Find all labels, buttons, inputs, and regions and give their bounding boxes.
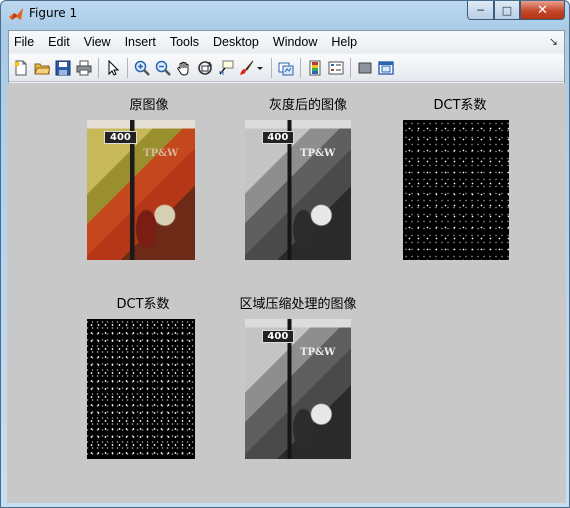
toolbar-separator — [127, 58, 128, 78]
hide-plot-tools-icon[interactable] — [356, 59, 374, 77]
matlab-logo-icon — [9, 8, 23, 20]
figure-window: Figure 1 ─ □ ✕ File Edit View Insert Too… — [0, 0, 570, 508]
insert-legend-icon[interactable] — [327, 59, 345, 77]
locomotive-number-plate: 400 — [261, 330, 294, 343]
toolbar-separator — [300, 58, 301, 78]
locomotive-logo: TP&W — [300, 347, 336, 358]
rotate-3d-icon[interactable] — [196, 59, 214, 77]
save-icon[interactable] — [54, 59, 72, 77]
menu-file[interactable]: File — [9, 35, 41, 49]
toolbar-separator — [98, 58, 99, 78]
window-title: Figure 1 — [29, 6, 78, 20]
maximize-button[interactable]: □ — [494, 1, 520, 20]
locomotive-logo: TP&W — [300, 148, 336, 159]
brush-dropdown-icon[interactable] — [255, 59, 265, 77]
dct-coefficients-axes-2[interactable] — [87, 319, 195, 459]
close-button[interactable]: ✕ — [520, 1, 565, 20]
dock-arrow-icon[interactable]: ↘ — [549, 35, 558, 48]
axes-title-grayscale: 灰度后的图像 — [268, 98, 347, 113]
close-icon: ✕ — [537, 2, 548, 18]
toolbar-separator — [271, 58, 272, 78]
original-image-axes[interactable]: 400 TP&W — [87, 120, 195, 260]
compressed-image-axes[interactable]: 400 TP&W — [245, 319, 351, 459]
menu-tools[interactable]: Tools — [163, 35, 206, 49]
menu-view[interactable]: View — [77, 35, 118, 49]
minimize-icon: ─ — [477, 3, 484, 17]
figure-toolbar — [9, 54, 564, 82]
insert-colorbar-icon[interactable] — [306, 59, 324, 77]
open-file-icon[interactable] — [33, 59, 51, 77]
locomotive-logo: TP&W — [143, 148, 179, 159]
minimize-button[interactable]: ─ — [467, 1, 494, 20]
figure-canvas[interactable]: 原图像 400 TP&W 灰度后的图像 400 TP&W DCT系数 DCT系数… — [7, 83, 566, 503]
menu-window[interactable]: Window — [266, 35, 324, 49]
axes-title-original: 原图像 — [129, 98, 169, 113]
maximize-icon: □ — [501, 3, 513, 17]
brush-icon[interactable] — [238, 59, 256, 77]
new-figure-icon[interactable] — [12, 59, 30, 77]
menu-help[interactable]: Help — [324, 35, 364, 49]
edit-plot-arrow-icon[interactable] — [104, 59, 122, 77]
figure-client-area: File Edit View Insert Tools Desktop Wind… — [7, 30, 566, 503]
zoom-in-icon[interactable] — [133, 59, 151, 77]
show-plot-tools-icon[interactable] — [377, 59, 395, 77]
menu-edit[interactable]: Edit — [41, 35, 77, 49]
locomotive-number-plate: 400 — [104, 131, 137, 144]
toolbar-separator — [350, 58, 351, 78]
pan-hand-icon[interactable] — [175, 59, 193, 77]
print-icon[interactable] — [75, 59, 93, 77]
locomotive-number-plate: 400 — [261, 131, 294, 144]
menu-desktop[interactable]: Desktop — [206, 35, 266, 49]
link-plot-icon[interactable] — [277, 59, 295, 77]
menu-bar: File Edit View Insert Tools Desktop Wind… — [9, 31, 564, 53]
title-bar[interactable]: Figure 1 ─ □ ✕ — [1, 1, 569, 27]
zoom-out-icon[interactable] — [154, 59, 172, 77]
axes-title-dct-2: DCT系数 — [116, 297, 170, 312]
data-cursor-icon[interactable] — [217, 59, 235, 77]
axes-title-compressed: 区域压缩处理的图像 — [239, 297, 357, 312]
axes-title-dct-1: DCT系数 — [433, 98, 487, 113]
grayscale-image-axes[interactable]: 400 TP&W — [245, 120, 351, 260]
menu-insert[interactable]: Insert — [118, 35, 163, 49]
dct-coefficients-axes-1[interactable] — [403, 120, 509, 260]
